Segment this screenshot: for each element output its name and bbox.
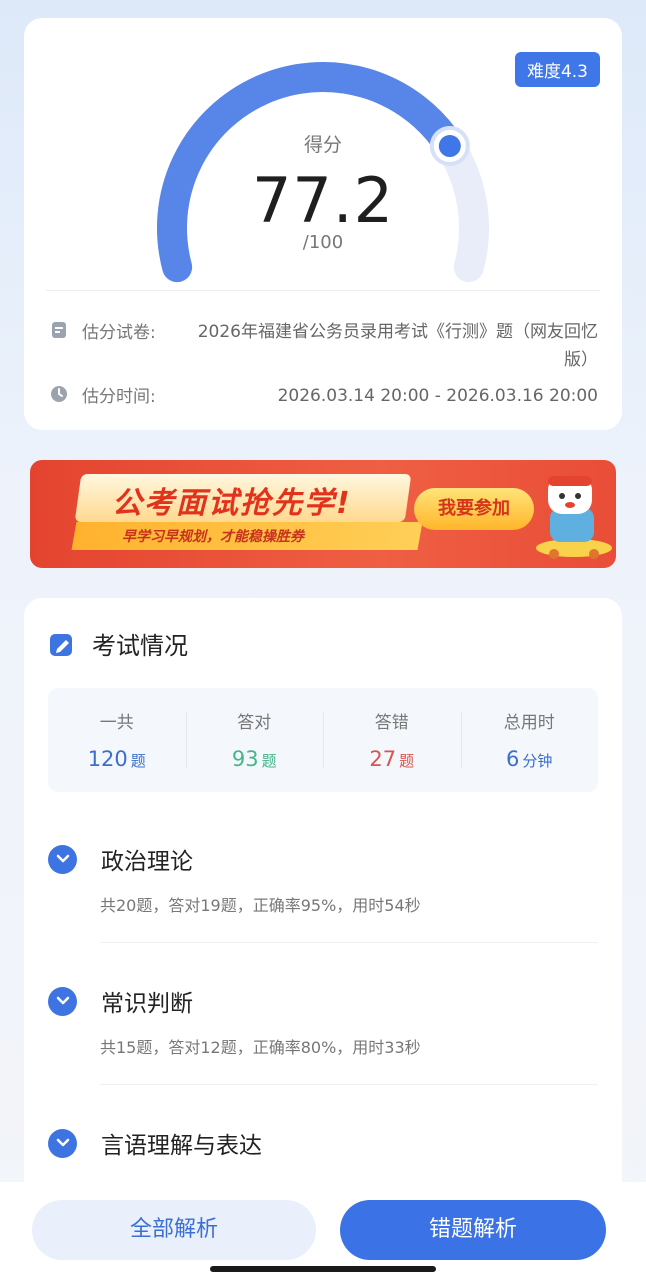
- wrong-analysis-button[interactable]: 错题解析: [340, 1200, 606, 1260]
- category-name: 政治理论: [101, 849, 193, 875]
- chevron-down-icon[interactable]: [48, 1128, 77, 1158]
- stat-total-value: 120: [87, 747, 128, 771]
- chevron-down-icon[interactable]: [48, 986, 77, 1016]
- category-item[interactable]: 常识判断 共15题，答对12题，正确率80%，用时33秒: [48, 984, 598, 1085]
- bottom-action-bar: 全部解析 错题解析: [0, 1182, 646, 1280]
- stat-time: 总用时 6 分钟: [460, 688, 599, 792]
- stat-time-unit: 分钟: [522, 752, 553, 770]
- category-summary: 共15题，答对12题，正确率80%，用时33秒: [100, 1038, 421, 1057]
- home-indicator[interactable]: [210, 1266, 436, 1272]
- stat-total-label: 一共: [99, 713, 134, 733]
- banner-title: 公考面试抢先学!: [112, 486, 352, 521]
- stat-wrong-value: 27: [369, 747, 397, 771]
- time-label: 估分时间:: [82, 387, 156, 407]
- time-value: 2026.03.14 20:00 - 2026.03.16 20:00: [277, 386, 598, 406]
- category-name: 言语理解与表达: [101, 1133, 262, 1159]
- stat-correct-value: 93: [231, 747, 259, 771]
- score-label: 得分: [303, 134, 342, 156]
- promo-banner[interactable]: 公考面试抢先学! 早学习早规划，才能稳操胜券 我要参加: [30, 460, 616, 568]
- banner-subtitle: 早学习早规划，才能稳操胜券: [122, 529, 304, 545]
- divider: [46, 290, 600, 291]
- document-icon: [52, 322, 66, 338]
- stat-time-label: 总用时: [503, 713, 555, 733]
- stat-wrong-unit: 题: [399, 752, 415, 770]
- score-value: 77.2: [251, 164, 395, 237]
- exam-stats: 一共 120 题 答对 93 题 答错 27 题 总用时 6 分钟: [48, 688, 598, 792]
- paper-value: 2026年福建省公务员录用考试《行测》题（网友回忆版）: [197, 322, 598, 370]
- stat-time-value: 6: [506, 747, 520, 771]
- paper-label: 估分试卷:: [82, 323, 156, 343]
- stat-wrong-label: 答错: [374, 713, 409, 733]
- edit-icon: [50, 633, 72, 656]
- chevron-down-icon[interactable]: [48, 844, 77, 874]
- stat-correct: 答对 93 题: [185, 688, 324, 792]
- paper-info-row: 估分试卷: 2026年福建省公务员录用考试《行测》题（网友回忆版）: [50, 318, 598, 374]
- category-name: 常识判断: [101, 991, 193, 1017]
- category-item[interactable]: 政治理论 共20题，答对19题，正确率95%，用时54秒: [48, 842, 598, 943]
- mascot-illustration: [536, 476, 612, 559]
- clock-icon: [51, 386, 67, 402]
- category-summary: 共20题，答对19题，正确率95%，用时54秒: [100, 896, 421, 915]
- stat-correct-label: 答对: [237, 713, 272, 733]
- exam-section-title: 考试情况: [92, 632, 188, 660]
- time-info-row: 估分时间: 2026.03.14 20:00 - 2026.03.16 20:0…: [50, 382, 598, 410]
- stat-wrong: 答错 27 题: [323, 688, 461, 792]
- join-button[interactable]: 我要参加: [414, 488, 534, 530]
- stat-total: 一共 120 题: [48, 688, 186, 792]
- divider: [100, 942, 598, 943]
- stat-total-unit: 题: [130, 752, 146, 770]
- difficulty-badge: 难度4.3: [514, 52, 600, 87]
- all-analysis-button[interactable]: 全部解析: [32, 1200, 316, 1260]
- divider: [100, 1084, 598, 1085]
- score-card: 难度4.3 得分 77.2 /100 估分试卷: 2026年福建省公务员录用考试…: [24, 18, 622, 430]
- category-item[interactable]: 言语理解与表达: [48, 1126, 598, 1160]
- score-total: /100: [302, 232, 344, 253]
- exam-section-header: 考试情况: [48, 626, 188, 661]
- exam-card: 考试情况 一共 120 题 答对 93 题 答错 27 题 总用时 6 分钟 政治理论 …: [24, 598, 622, 1198]
- stat-correct-unit: 题: [261, 752, 277, 770]
